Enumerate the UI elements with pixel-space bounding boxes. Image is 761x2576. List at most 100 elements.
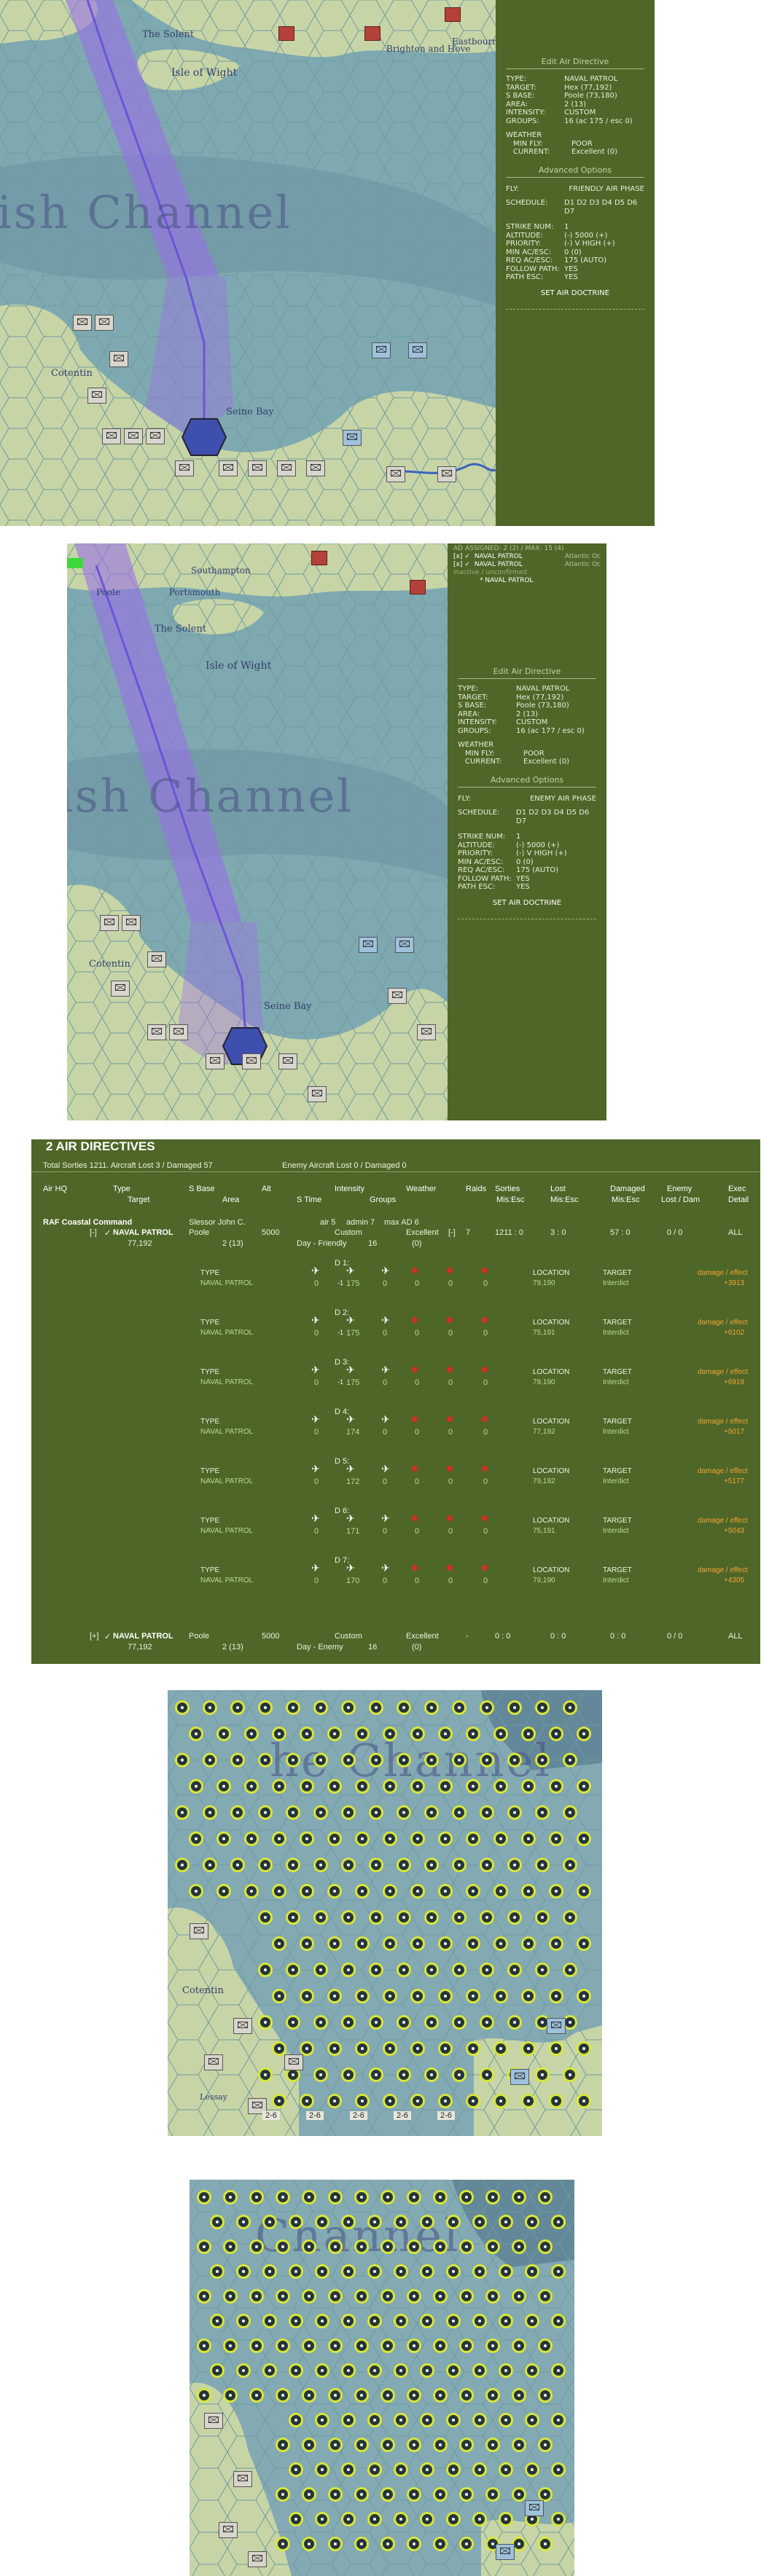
unit-counter[interactable] [147,1024,166,1040]
unit-counter[interactable] [278,1053,297,1069]
col-target[interactable]: Target [128,1195,150,1204]
unit-counter[interactable] [73,315,92,331]
set-air-doctrine-button[interactable]: SET AIR DOCTRINE [458,899,596,907]
damage-effect-link[interactable]: damage / effect [698,1467,748,1475]
directive-type[interactable]: NAVAL PATROL [113,1228,173,1237]
collapse-toggle[interactable]: [-] [90,1228,97,1237]
counter-label[interactable]: 2-6 [306,2111,324,2120]
hq-name[interactable]: RAF Coastal Command [43,1218,132,1227]
col-damaged[interactable]: Damaged [610,1185,645,1193]
field-value[interactable]: 2 (13) [564,101,644,109]
unit-counter[interactable] [111,981,130,997]
unit-counter[interactable] [248,2551,267,2567]
damage-effect-link[interactable]: damage / effect [698,1269,748,1277]
directive-type[interactable]: NAVAL PATROL [113,1632,173,1641]
unit-counter[interactable] [102,428,121,444]
col-sorties[interactable]: Sorties [495,1185,520,1193]
unit-counter[interactable] [308,1086,327,1102]
field-value[interactable]: (-) V HIGH (+) [516,849,596,858]
field-value[interactable]: YES [564,265,644,274]
unit-counter[interactable] [233,2471,252,2487]
expand-toggle[interactable]: [+] [90,1632,99,1641]
field-value[interactable]: 175 (AUTO) [564,256,644,265]
field-value[interactable]: 0 (0) [516,858,596,867]
map-view-3[interactable]: he Channel Cotentin Lessay 2-6 2-6 2-6 2… [168,1690,602,2136]
unit-counter[interactable] [95,315,114,331]
unit-counter[interactable] [386,466,405,482]
counter-label[interactable]: 2-6 [394,2111,411,2120]
damage-effect-link[interactable]: damage / effect [698,1418,748,1426]
field-value[interactable]: YES [564,273,644,282]
unit-counter[interactable] [87,388,106,404]
unit-counter[interactable] [359,937,378,953]
field-value[interactable]: (-) 5000 (+) [564,232,644,240]
col-exec[interactable]: Exec [728,1185,746,1193]
field-value[interactable]: Hex (77,192) [564,84,644,93]
field-value[interactable]: Hex (77,192) [516,694,596,702]
unit-counter[interactable] [277,460,296,476]
field-value[interactable]: 16 (ac 175 / esc 0) [564,117,644,126]
unit-counter[interactable] [190,1923,208,1939]
field-value[interactable]: POOR [571,140,644,149]
unit-counter[interactable] [437,466,456,482]
unit-counter[interactable] [175,460,194,476]
damage-effect-link[interactable]: damage / effect [698,1319,748,1327]
col-weather[interactable]: Weather [406,1185,436,1193]
town-marker[interactable] [364,26,380,41]
col-sbase[interactable]: S Base [189,1185,214,1193]
town-marker[interactable] [410,580,426,594]
schedule-value[interactable]: D1 D2 D3 D4 D5 D6 D7 [516,809,596,825]
col-intensity[interactable]: Intensity [335,1185,364,1193]
checkbox-icon[interactable]: [x] ✓ [453,553,470,561]
col-groups[interactable]: Groups [370,1195,396,1204]
check-icon[interactable]: ✓ [104,1632,111,1641]
unit-counter[interactable] [100,915,119,931]
unit-counter[interactable] [242,1053,261,1069]
field-value[interactable]: (-) V HIGH (+) [564,240,644,248]
col-lost[interactable]: Lost [550,1185,566,1193]
checkbox-icon[interactable]: [x] ✓ [453,561,470,569]
col-raids[interactable]: Raids [466,1185,486,1193]
town-marker[interactable] [278,26,294,41]
unit-counter[interactable] [248,460,267,476]
unit-counter[interactable] [343,430,362,446]
field-value[interactable]: CUSTOM [516,718,596,727]
damage-effect-link[interactable]: damage / effect [698,1517,748,1525]
raids-toggle[interactable]: [-] [448,1228,456,1237]
field-value[interactable]: CUSTOM [564,109,644,117]
unit-counter[interactable] [372,342,391,358]
map-view-2[interactable]: ish Channel Southampton Portsmouth Poole… [67,543,448,1120]
set-air-doctrine-button[interactable]: SET AIR DOCTRINE [506,289,644,297]
unit-counter[interactable] [525,2500,544,2516]
unit-counter[interactable] [204,2054,223,2070]
col-type[interactable]: Type [113,1185,130,1193]
damage-effect-link[interactable]: damage / effect [698,1368,748,1376]
unit-counter[interactable] [233,2018,252,2034]
check-icon[interactable]: ✓ [104,1228,111,1238]
unit-counter[interactable] [206,1053,225,1069]
damage-effect-link[interactable]: damage / effect [698,1566,748,1574]
field-value[interactable]: POOR [523,750,596,758]
field-value[interactable]: 16 (ac 177 / esc 0) [516,727,596,736]
field-value[interactable]: Poole (73,180) [564,92,644,101]
field-value[interactable]: (-) 5000 (+) [516,841,596,850]
schedule-value[interactable]: D1 D2 D3 D4 D5 D6 D7 [564,199,644,216]
assigned-item-label[interactable]: NAVAL PATROL [475,553,523,561]
col-alt[interactable]: Alt [262,1185,271,1193]
field-value[interactable]: Poole (73,180) [516,702,596,710]
field-value[interactable]: YES [516,883,596,892]
town-marker[interactable] [445,7,461,22]
field-value[interactable]: 0 (0) [564,248,644,257]
unit-counter[interactable] [496,2544,515,2560]
field-value[interactable]: YES [516,875,596,884]
town-marker[interactable] [311,551,327,565]
unit-counter[interactable] [388,988,407,1004]
unit-counter[interactable] [306,460,325,476]
unit-counter[interactable] [417,1024,436,1040]
directive-exec[interactable]: ALL [728,1632,743,1641]
directive-exec[interactable]: ALL [728,1228,743,1237]
unit-counter[interactable] [147,951,166,967]
map-view-1[interactable]: ish Channel Isle of Wight Seine Bay East… [0,0,496,526]
counter-label[interactable]: 2-6 [262,2111,280,2120]
col-enemy[interactable]: Enemy [667,1185,692,1193]
